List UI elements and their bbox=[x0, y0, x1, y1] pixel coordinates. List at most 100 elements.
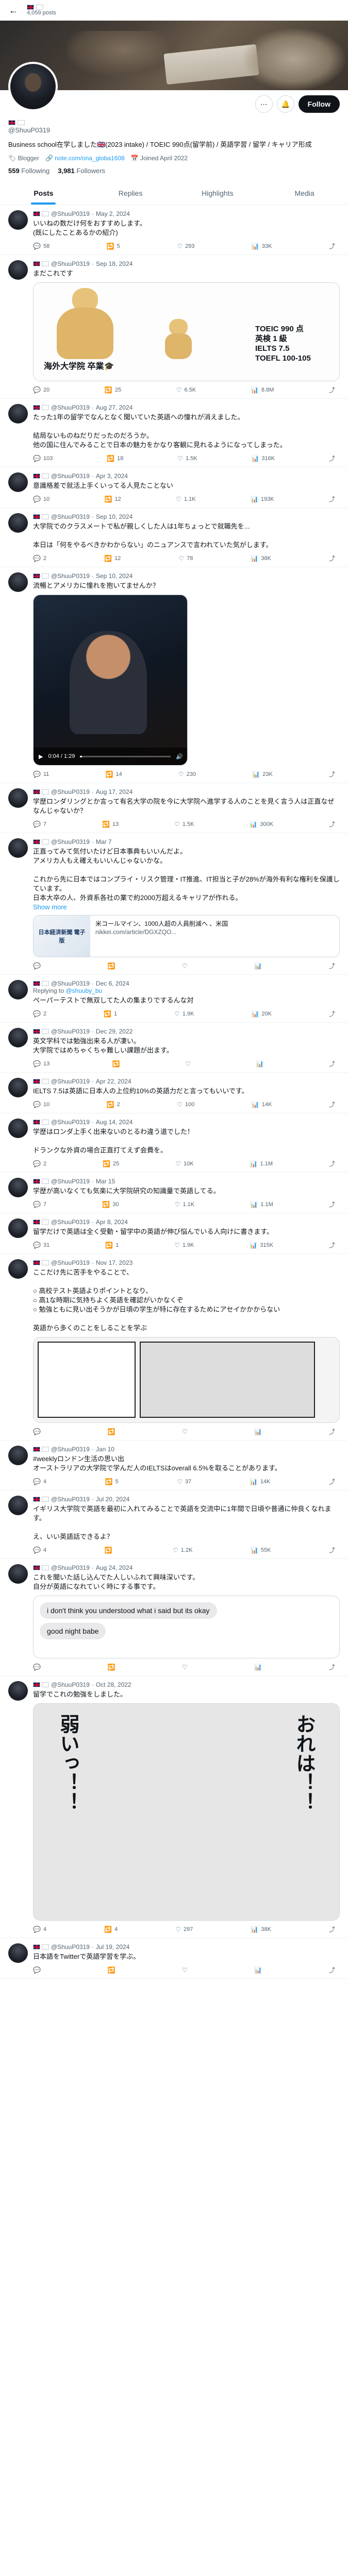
post-avatar[interactable] bbox=[8, 1178, 28, 1197]
post-date[interactable]: Sep 10, 2024 bbox=[96, 572, 132, 580]
post-avatar[interactable] bbox=[8, 1446, 28, 1465]
share-button[interactable]: ⤴ bbox=[329, 242, 338, 250]
views-button[interactable]: 📊 300K bbox=[250, 820, 273, 828]
video-progress-bar[interactable] bbox=[80, 755, 171, 757]
post-author-name[interactable] bbox=[33, 1260, 49, 1265]
repost-button[interactable]: 🔁 bbox=[108, 1663, 118, 1671]
like-button[interactable]: ♡ 1.5K bbox=[174, 820, 194, 828]
back-arrow-icon[interactable]: ← bbox=[8, 5, 19, 16]
post-author-name[interactable] bbox=[33, 839, 49, 844]
reply-button[interactable]: 💬 58 bbox=[33, 242, 49, 250]
repost-button[interactable]: 🔁 bbox=[108, 1965, 118, 1974]
more-options-button[interactable]: ⋯ bbox=[255, 95, 273, 113]
post-author-name[interactable] bbox=[33, 211, 49, 216]
post-video[interactable]: ▶ 0:04 / 1:29 🔊 bbox=[33, 595, 188, 766]
post[interactable]: @ShuuP0319 · Nov 17, 2023 ここだけ先に苦手をやることで、 ○… bbox=[0, 1254, 348, 1440]
repost-button[interactable]: 🔁 12 bbox=[104, 554, 121, 563]
repost-button[interactable]: 🔁 bbox=[108, 961, 118, 970]
like-button[interactable]: ♡ 1.1K bbox=[176, 495, 195, 503]
reply-button[interactable]: 💬 bbox=[33, 1965, 43, 1974]
post-date[interactable]: Jan 10 bbox=[96, 1446, 114, 1453]
notification-bell-button[interactable]: 🔔 bbox=[276, 95, 294, 113]
post-date[interactable]: Dec 29, 2022 bbox=[96, 1028, 132, 1035]
reply-button[interactable]: 💬 bbox=[33, 1663, 43, 1671]
following-link[interactable]: 559 Following bbox=[8, 167, 49, 175]
views-button[interactable]: 📊 14K bbox=[250, 1477, 271, 1486]
share-button[interactable]: ⤴ bbox=[329, 495, 338, 503]
repost-button[interactable]: 🔁 13 bbox=[102, 820, 119, 828]
tab-posts[interactable]: Posts bbox=[0, 182, 87, 205]
post-date[interactable]: Nov 17, 2023 bbox=[96, 1259, 132, 1266]
show-more-link[interactable]: Show more bbox=[33, 903, 67, 911]
reply-button[interactable]: 💬 10 bbox=[33, 1100, 49, 1109]
post-author-name[interactable] bbox=[33, 1944, 49, 1950]
post[interactable]: @ShuuP0319 · Aug 14, 2024 学歴はロンダ上手く出来ないのとるわ… bbox=[0, 1113, 348, 1173]
like-button[interactable]: ♡ bbox=[182, 1965, 190, 1974]
post-avatar[interactable] bbox=[8, 1943, 28, 1963]
post-author-name[interactable] bbox=[33, 1219, 49, 1225]
share-button[interactable]: ⤴ bbox=[329, 770, 338, 778]
post-author-name[interactable] bbox=[33, 1565, 49, 1570]
like-button[interactable]: ♡ 100 bbox=[177, 1100, 194, 1109]
post-avatar[interactable] bbox=[8, 1259, 28, 1279]
repost-button[interactable]: 🔁 25 bbox=[105, 385, 121, 394]
post-avatar[interactable] bbox=[8, 404, 28, 423]
post[interactable]: @ShuuP0319 · Aug 24, 2024 これを聞いた話し込んでた人しいふれ… bbox=[0, 1559, 348, 1676]
tab-replies[interactable]: Replies bbox=[87, 182, 174, 205]
post-avatar[interactable] bbox=[8, 1681, 28, 1701]
views-button[interactable]: 📊 20K bbox=[251, 1009, 272, 1018]
reply-target-link[interactable]: @shuuby_bu bbox=[65, 987, 102, 994]
views-button[interactable]: 📊 193K bbox=[251, 495, 274, 503]
post[interactable]: @ShuuP0319 · Jan 10 #weeklyロンドン生活の思い出 オーストラ… bbox=[0, 1440, 348, 1490]
volume-icon[interactable]: 🔊 bbox=[176, 753, 183, 760]
share-button[interactable]: ⤴ bbox=[329, 1159, 338, 1168]
post-author-name[interactable] bbox=[33, 1497, 49, 1502]
reply-button[interactable]: 💬 7 bbox=[33, 1200, 46, 1209]
repost-button[interactable]: 🔁 bbox=[112, 1059, 123, 1068]
post[interactable]: @ShuuP0319 · Mar 15 学歴が高いなくても気楽に大学院研究の知識量で英… bbox=[0, 1173, 348, 1213]
post-avatar[interactable] bbox=[8, 210, 28, 230]
reply-button[interactable]: 💬 bbox=[33, 1427, 43, 1436]
repost-button[interactable]: 🔁 2 bbox=[107, 1100, 120, 1109]
post-avatar[interactable] bbox=[8, 980, 28, 999]
post-date[interactable]: Oct 28, 2022 bbox=[96, 1681, 131, 1688]
post-image[interactable] bbox=[33, 1337, 340, 1423]
tab-highlights[interactable]: Highlights bbox=[174, 182, 261, 205]
post-avatar[interactable] bbox=[8, 1564, 28, 1584]
follow-button[interactable]: Follow bbox=[298, 95, 340, 113]
post-image[interactable]: i don't think you understood what i said… bbox=[33, 1596, 340, 1658]
share-button[interactable]: ⤴ bbox=[329, 1965, 338, 1974]
post[interactable]: @ShuuP0319 · Sep 18, 2024 まだこれです 海外大学院 卒業🎓 TO… bbox=[0, 255, 348, 399]
views-button[interactable]: 📊 bbox=[256, 1059, 266, 1068]
share-button[interactable]: ⤴ bbox=[329, 1059, 338, 1068]
views-button[interactable]: 📊 8.8M bbox=[251, 385, 274, 394]
share-button[interactable]: ⤴ bbox=[329, 1546, 338, 1554]
like-button[interactable]: ♡ 78 bbox=[178, 554, 193, 563]
post-author-name[interactable] bbox=[33, 789, 49, 794]
reply-button[interactable]: 💬 103 bbox=[33, 454, 53, 463]
post-date[interactable]: Apr 3, 2024 bbox=[96, 472, 128, 480]
like-button[interactable]: ♡ 1.1K bbox=[175, 1200, 194, 1209]
share-button[interactable]: ⤴ bbox=[329, 1925, 338, 1934]
post-author-name[interactable] bbox=[33, 1447, 49, 1452]
post-date[interactable]: Aug 27, 2024 bbox=[96, 404, 132, 411]
share-button[interactable]: ⤴ bbox=[329, 1477, 338, 1486]
post[interactable]: @ShuuP0319 · Aug 17, 2024 学歴ロンダリングとか言って有名大学… bbox=[0, 783, 348, 833]
views-button[interactable]: 📊 bbox=[254, 1965, 264, 1974]
like-button[interactable]: ♡ bbox=[182, 961, 190, 970]
views-button[interactable]: 📊 23K bbox=[252, 770, 273, 778]
tab-media[interactable]: Media bbox=[261, 182, 348, 205]
views-button[interactable]: 📊 1.1M bbox=[250, 1200, 273, 1209]
repost-button[interactable]: 🔁 bbox=[105, 1546, 115, 1554]
post-author-name[interactable] bbox=[33, 1029, 49, 1034]
post-avatar[interactable] bbox=[8, 260, 28, 280]
post[interactable]: @ShuuP0319 · Apr 3, 2024 意識格差で就活上手くいってる人見たこ… bbox=[0, 467, 348, 508]
post-date[interactable]: Mar 15 bbox=[96, 1178, 115, 1185]
reply-button[interactable]: 💬 2 bbox=[33, 1159, 46, 1168]
views-button[interactable]: 📊 38K bbox=[251, 1925, 271, 1934]
reply-button[interactable]: 💬 bbox=[33, 961, 43, 970]
reply-button[interactable]: 💬 2 bbox=[33, 554, 46, 563]
post[interactable]: @ShuuP0319 · Dec 29, 2022 英文学科では勉強出来る人が凄い。 … bbox=[0, 1023, 348, 1073]
post-date[interactable]: Aug 14, 2024 bbox=[96, 1118, 132, 1126]
post-date[interactable]: Aug 17, 2024 bbox=[96, 788, 132, 795]
